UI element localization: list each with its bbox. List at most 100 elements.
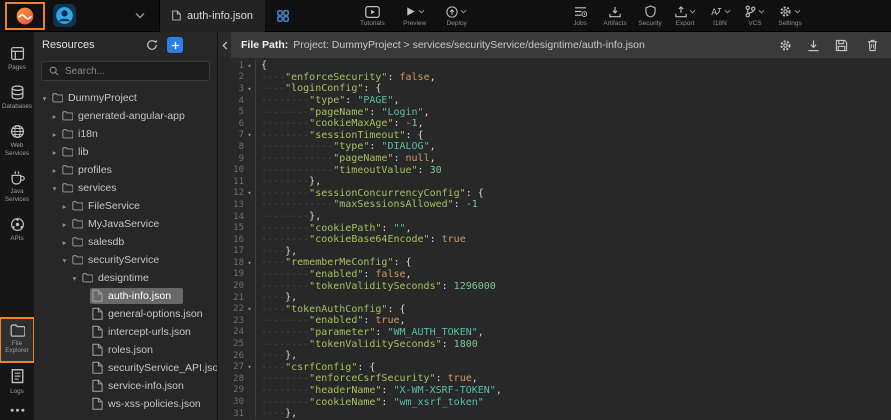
save-file-button[interactable] (835, 39, 848, 52)
folder-icon (10, 324, 25, 337)
caret-down-icon (724, 9, 731, 14)
indent-whitespace: ------------ (261, 141, 333, 152)
chevron-right-icon[interactable]: ▸ (59, 238, 70, 247)
tree-item-auth-info.json[interactable]: auth-info.json (34, 287, 217, 305)
tree-item-FileService[interactable]: ▸FileService (34, 197, 217, 215)
topbar-action-jobs[interactable]: Jobs (565, 0, 595, 32)
editor-area: File Path: Project: DummyProject > servi… (218, 32, 891, 420)
chevron-down-icon[interactable] (135, 12, 145, 19)
line-number: 18 (218, 258, 244, 268)
folder-icon (72, 237, 83, 246)
topbar-action-settings[interactable]: Settings (775, 0, 805, 32)
tree-item-designtime[interactable]: ▾ designtime (34, 269, 217, 287)
chevron-down-icon[interactable]: ▾ (69, 274, 80, 283)
file-actions (779, 39, 878, 52)
tree-item-profiles[interactable]: ▸profiles (34, 161, 217, 179)
topbar-action-tutorials[interactable]: Tutorials (357, 0, 388, 32)
tree-item-lib[interactable]: ▸lib (34, 143, 217, 161)
sidebar-item-java-services[interactable]: Java Services (0, 164, 34, 211)
tree-item-salesdb[interactable]: ▸salesdb (34, 233, 217, 251)
code-line: 30--------"cookieName": "wm_xsrf_token" (218, 396, 891, 408)
chevron-right-icon[interactable]: ▸ (59, 220, 70, 229)
topbar-action-label: Security (638, 20, 661, 27)
sidebar-item-more[interactable] (0, 402, 34, 420)
file-settings-button[interactable] (779, 39, 792, 52)
chevron-down-icon[interactable]: ▾ (49, 184, 60, 193)
sidebar-item-apis[interactable]: APIs (0, 211, 34, 250)
gutter: 24 (218, 327, 256, 339)
sidebar-item-web-services[interactable]: Web Services (0, 118, 34, 165)
tree-item-label: designtime (98, 272, 149, 284)
api-icon (10, 217, 25, 232)
collapse-panel-button[interactable] (218, 32, 231, 58)
code-line: 17----}, (218, 246, 891, 258)
code-text: ------------"timeoutValue": 30 (256, 165, 442, 176)
tree-item-label: roles.json (108, 344, 153, 356)
fold-toggle-icon[interactable]: ▾ (244, 363, 255, 371)
tree-item-securityService_API.json[interactable]: securityService_API.json (34, 359, 217, 377)
project-avatar[interactable] (52, 3, 77, 28)
topbar-action-security[interactable]: Security (635, 0, 665, 32)
line-number: 9 (218, 154, 244, 164)
fold-toggle-icon[interactable]: ▾ (244, 85, 255, 93)
add-button[interactable] (167, 37, 183, 53)
grid-icon[interactable] (277, 10, 289, 22)
search-icon (49, 66, 59, 76)
tree-item-service-info.json[interactable]: service-info.json (34, 377, 217, 395)
sidebar-item-logs[interactable]: Logs (0, 362, 34, 402)
sidebar-item-file-explorer[interactable]: File Explorer (0, 318, 34, 362)
tree-item-DummyProject[interactable]: ▾DummyProject (34, 89, 217, 107)
code-line: 16--------"cookieBase64Encode": true (218, 234, 891, 246)
chevron-down-icon[interactable]: ▾ (59, 256, 70, 265)
tree-item-intercept-urls.json[interactable]: intercept-urls.json (34, 323, 217, 341)
app-logo[interactable] (5, 2, 45, 30)
tree-item-MyJavaService[interactable]: ▸MyJavaService (34, 215, 217, 233)
vcs-icon (745, 5, 756, 18)
fold-toggle-icon[interactable]: ▾ (244, 62, 255, 70)
chevron-right-icon[interactable]: ▸ (49, 148, 60, 157)
topbar-action-i18n[interactable]: AI18N (705, 0, 735, 32)
tab-auth-info-json[interactable]: auth-info.json (159, 0, 265, 32)
tree-item-roles.json[interactable]: roles.json (34, 341, 217, 359)
line-number: 20 (218, 281, 244, 291)
file-path-value: Project: DummyProject > services/securit… (293, 39, 645, 51)
code-text: ----"tokenAuthConfig": { (256, 304, 406, 315)
topbar-action-artifacts[interactable]: Artifacts (600, 0, 630, 32)
topbar-action-label: Export (676, 20, 695, 27)
topbar-action-preview[interactable]: Preview (400, 0, 430, 32)
refresh-button[interactable] (146, 39, 158, 51)
chevron-right-icon[interactable]: ▸ (59, 202, 70, 211)
tree-item-general-options.json[interactable]: general-options.json (34, 305, 217, 323)
tree-item-generated-angular-app[interactable]: ▸generated-angular-app (34, 107, 217, 125)
tree-item-services[interactable]: ▾services (34, 179, 217, 197)
fold-toggle-icon[interactable]: ▾ (244, 131, 255, 139)
fold-toggle-icon[interactable]: ▾ (244, 259, 255, 267)
line-number: 23 (218, 316, 244, 326)
sidebar-item-pages[interactable]: Pages (0, 40, 34, 79)
chevron-right-icon[interactable]: ▸ (49, 166, 60, 175)
chevron-down-icon[interactable]: ▾ (39, 94, 50, 103)
topbar-action-deploy[interactable]: Deploy (442, 0, 472, 32)
gutter: 12▾ (218, 188, 256, 200)
code-text: --------"type": "PAGE", (256, 95, 400, 106)
chevron-right-icon[interactable]: ▸ (49, 112, 60, 121)
indent-whitespace: -------- (261, 211, 309, 222)
more-icon (10, 408, 25, 413)
sidebar-item-databases[interactable]: Databases (0, 79, 34, 118)
delete-file-button[interactable] (867, 39, 878, 52)
file-icon (92, 325, 103, 338)
tree-item-i18n[interactable]: ▸i18n (34, 125, 217, 143)
fold-toggle-icon[interactable]: ▾ (244, 305, 255, 313)
fold-toggle-icon[interactable]: ▾ (244, 189, 255, 197)
download-file-button[interactable] (807, 39, 820, 52)
search-box[interactable] (41, 61, 210, 81)
chevron-right-icon[interactable]: ▸ (49, 130, 60, 139)
code-editor[interactable]: 1▾{2----"enforceSecurity": false,3▾----"… (218, 58, 891, 420)
topbar-action-vcs[interactable]: VCS (740, 0, 770, 32)
tree-item-securityService[interactable]: ▾securityService (34, 251, 217, 269)
line-number: 19 (218, 269, 244, 279)
search-input[interactable] (65, 66, 202, 77)
tree-item-ws-xss-policies.json[interactable]: ws-xss-policies.json (34, 395, 217, 413)
indent-whitespace: -------- (261, 339, 309, 350)
topbar-action-export[interactable]: Export (670, 0, 700, 32)
